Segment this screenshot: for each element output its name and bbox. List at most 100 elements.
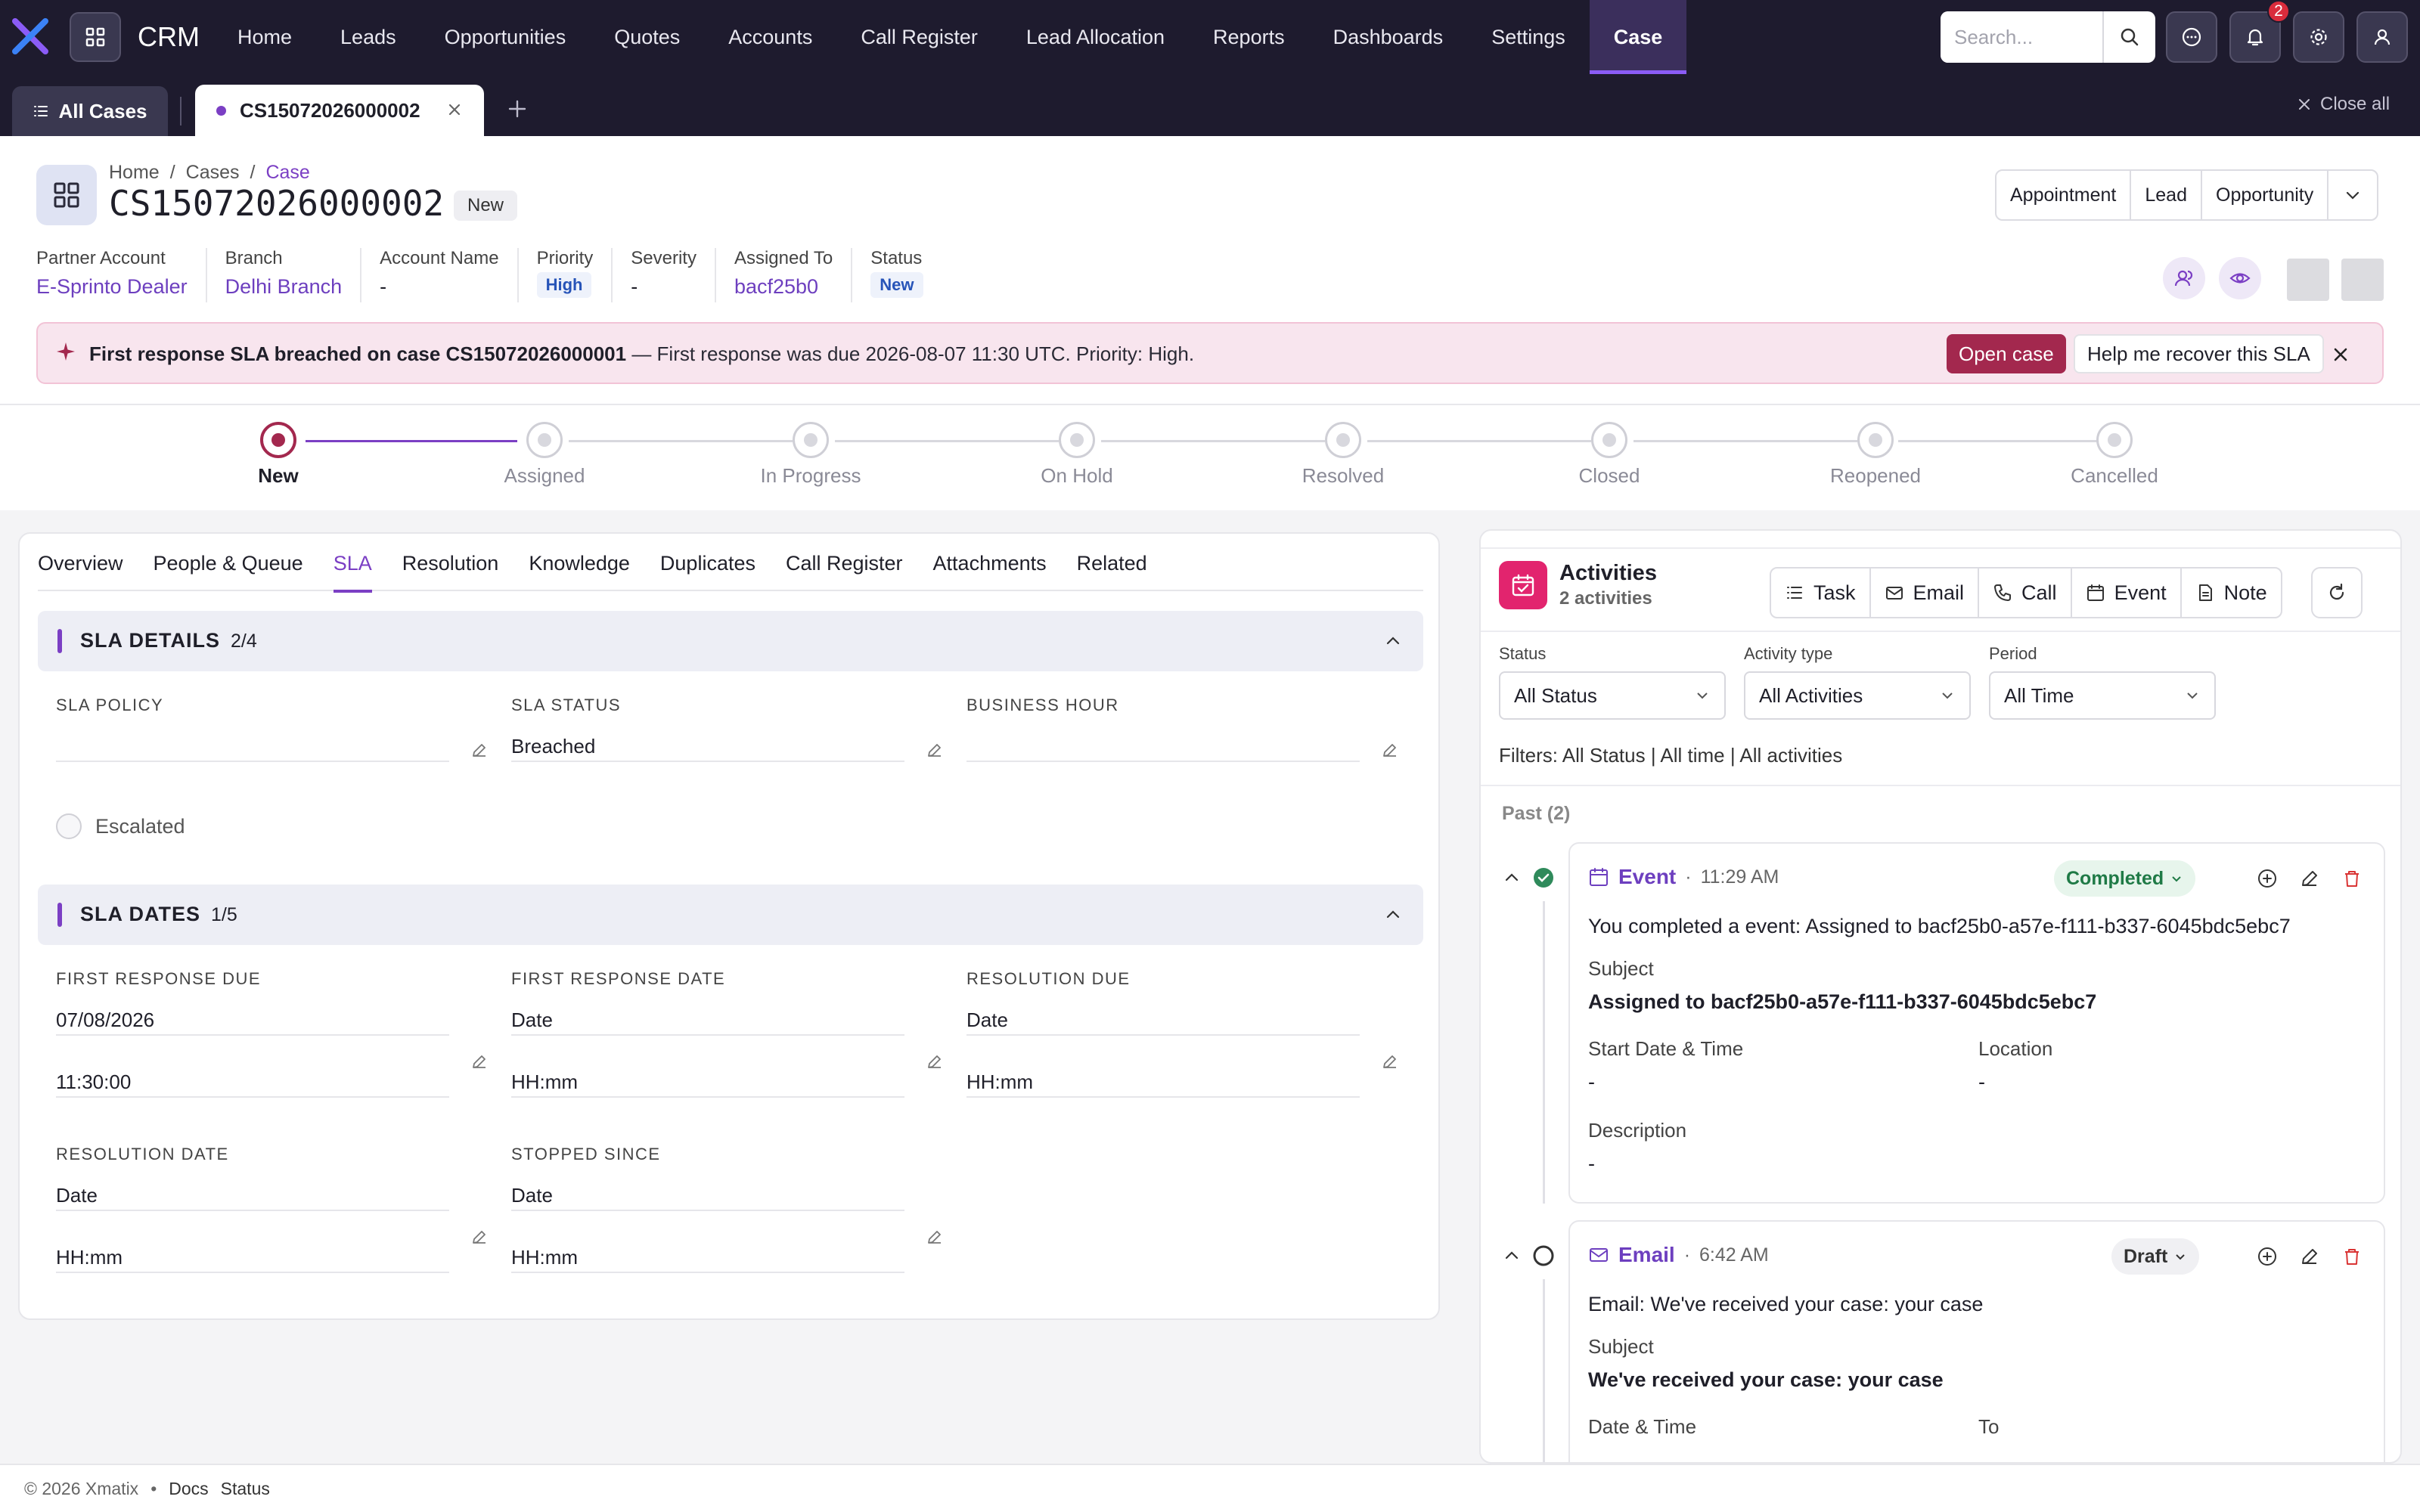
edit-icon[interactable] — [2299, 1246, 2320, 1267]
completed-check-icon[interactable] — [1532, 866, 1555, 889]
open-case-button[interactable]: Open case — [1947, 334, 2066, 373]
placeholder-action-button[interactable] — [2341, 259, 2384, 301]
business-hour-input[interactable] — [966, 721, 1360, 762]
tab-sla[interactable]: SLA — [333, 547, 372, 593]
close-banner-icon[interactable] — [2329, 343, 2352, 366]
stage-cancelled[interactable]: Cancelled — [2039, 422, 2190, 488]
search-button[interactable] — [2102, 11, 2155, 63]
first-response-due-time[interactable]: 11:30:00 — [56, 1057, 449, 1098]
resolution-due-date[interactable]: Date — [966, 995, 1360, 1036]
tab-resolution[interactable]: Resolution — [402, 547, 499, 591]
status-dropdown[interactable]: Draft — [2111, 1238, 2200, 1275]
first-response-date-input[interactable]: Date — [511, 995, 904, 1036]
refresh-button[interactable] — [2311, 567, 2363, 618]
profile-button[interactable] — [2356, 11, 2408, 63]
activity-type-select[interactable]: All Activities — [1744, 671, 1971, 720]
edit-icon[interactable] — [926, 1228, 944, 1246]
add-circle-icon[interactable] — [2257, 868, 2278, 889]
chat-button[interactable] — [2166, 11, 2217, 63]
tab-overview[interactable]: Overview — [38, 547, 123, 591]
nav-case[interactable]: Case — [1589, 0, 1687, 74]
tab-call-register[interactable]: Call Register — [786, 547, 903, 591]
docs-link[interactable]: Docs — [169, 1479, 208, 1499]
edit-icon[interactable] — [2299, 868, 2320, 889]
first-response-due-date[interactable]: 07/08/2026 — [56, 995, 449, 1036]
activity-type[interactable]: Event — [1618, 865, 1676, 889]
placeholder-action-button[interactable] — [2287, 259, 2329, 301]
close-tab-icon[interactable] — [445, 100, 464, 119]
tab-duplicates[interactable]: Duplicates — [660, 547, 755, 591]
nav-dashboards[interactable]: Dashboards — [1309, 0, 1468, 74]
nav-home[interactable]: Home — [213, 0, 316, 74]
chevron-up-icon[interactable] — [1502, 868, 1522, 888]
stage-on-hold[interactable]: On Hold — [1001, 422, 1153, 488]
stage-assigned[interactable]: Assigned — [469, 422, 620, 488]
tab-open-case[interactable]: CS15072026000002 — [195, 85, 484, 136]
breadcrumb-home[interactable]: Home — [109, 162, 160, 184]
nav-leads[interactable]: Leads — [316, 0, 420, 74]
nav-lead-allocation[interactable]: Lead Allocation — [1002, 0, 1189, 74]
new-call-button[interactable]: Call — [1979, 569, 2072, 617]
add-tab-icon[interactable] — [505, 97, 529, 121]
period-select[interactable]: All Time — [1989, 671, 2216, 720]
sla-dates-section-header[interactable]: SLA DATES 1/5 — [38, 885, 1423, 945]
partner-account-link[interactable]: E-Sprinto Dealer — [36, 275, 188, 299]
breadcrumb-cases[interactable]: Cases — [186, 162, 240, 184]
edit-icon[interactable] — [470, 1052, 489, 1070]
tab-attachments[interactable]: Attachments — [933, 547, 1047, 591]
trash-icon[interactable] — [2341, 1246, 2363, 1267]
new-email-button[interactable]: Email — [1871, 569, 1980, 617]
tab-people-queue[interactable]: People & Queue — [154, 547, 303, 591]
assign-user-button[interactable] — [2163, 257, 2205, 299]
edit-icon[interactable] — [926, 1052, 944, 1070]
stopped-since-time[interactable]: HH:mm — [511, 1232, 904, 1273]
more-actions-button[interactable] — [2328, 171, 2377, 219]
nav-reports[interactable]: Reports — [1189, 0, 1309, 74]
nav-quotes[interactable]: Quotes — [590, 0, 704, 74]
resolution-due-time[interactable]: HH:mm — [966, 1057, 1360, 1098]
branch-link[interactable]: Delhi Branch — [225, 275, 343, 299]
chevron-up-icon[interactable] — [1382, 904, 1404, 925]
pending-circle-icon[interactable] — [1532, 1244, 1555, 1267]
new-event-button[interactable]: Event — [2072, 569, 2182, 617]
activity-type[interactable]: Email — [1618, 1243, 1675, 1267]
stage-in-progress[interactable]: In Progress — [735, 422, 886, 488]
edit-icon[interactable] — [470, 1228, 489, 1246]
trash-icon[interactable] — [2341, 868, 2363, 889]
stage-closed[interactable]: Closed — [1534, 422, 1685, 488]
nav-settings[interactable]: Settings — [1467, 0, 1590, 74]
escalated-checkbox[interactable] — [56, 813, 82, 839]
app-grid-button[interactable] — [70, 12, 121, 62]
add-circle-icon[interactable] — [2257, 1246, 2278, 1267]
opportunity-button[interactable]: Opportunity — [2202, 171, 2329, 219]
recover-sla-button[interactable]: Help me recover this SLA — [2074, 334, 2324, 373]
watch-button[interactable] — [2219, 257, 2261, 299]
assigned-to-link[interactable]: bacf25b0 — [734, 275, 833, 299]
appointment-button[interactable]: Appointment — [1996, 171, 2132, 219]
nav-opportunities[interactable]: Opportunities — [420, 0, 591, 74]
stage-reopened[interactable]: Reopened — [1800, 422, 1951, 488]
stage-resolved[interactable]: Resolved — [1267, 422, 1419, 488]
nav-accounts[interactable]: Accounts — [704, 0, 836, 74]
status-filter-select[interactable]: All Status — [1499, 671, 1726, 720]
xmatix-logo-icon[interactable] — [11, 17, 50, 56]
nav-call-register[interactable]: Call Register — [836, 0, 1002, 74]
tab-all-cases[interactable]: All Cases — [12, 86, 168, 136]
new-task-button[interactable]: Task — [1771, 569, 1871, 617]
stopped-since-date[interactable]: Date — [511, 1170, 904, 1211]
tab-knowledge[interactable]: Knowledge — [529, 547, 630, 591]
close-all-tabs[interactable]: Close all — [2296, 94, 2390, 115]
new-note-button[interactable]: Note — [2182, 569, 2281, 617]
edit-icon[interactable] — [1381, 741, 1399, 759]
settings-button[interactable] — [2293, 11, 2344, 63]
lead-button[interactable]: Lead — [2131, 171, 2202, 219]
sla-details-section-header[interactable]: SLA DETAILS 2/4 — [38, 611, 1423, 671]
chevron-up-icon[interactable] — [1382, 631, 1404, 652]
search-input[interactable] — [1941, 11, 2102, 63]
stage-new[interactable]: New — [203, 422, 354, 488]
edit-icon[interactable] — [1381, 1052, 1399, 1070]
resolution-date-input[interactable]: Date — [56, 1170, 449, 1211]
edit-icon[interactable] — [470, 741, 489, 759]
sla-status-input[interactable]: Breached — [511, 721, 904, 762]
sla-policy-input[interactable] — [56, 721, 449, 762]
